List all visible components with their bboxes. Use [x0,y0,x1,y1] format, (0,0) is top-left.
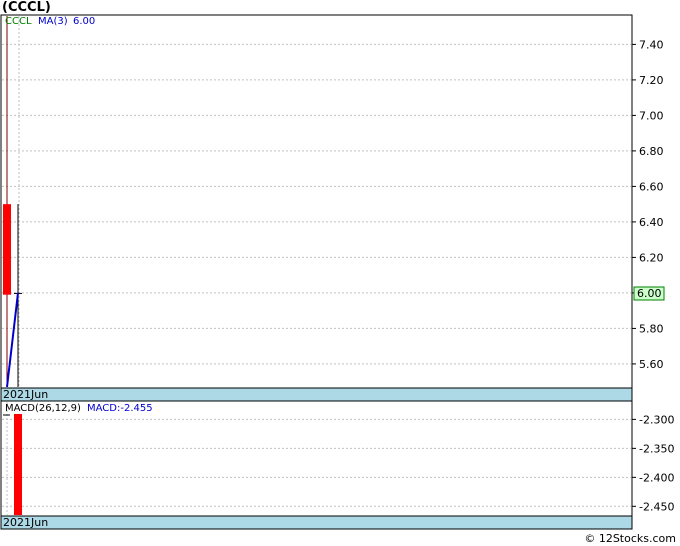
ma-legend-value: 6.00 [73,16,95,27]
price-panel [0,14,633,389]
price-tick-label: 6.40 [639,216,664,229]
macd-tick-label: -2.350 [639,442,674,455]
ticker-legend: CCCL [5,16,32,27]
macd-date-band [0,515,633,530]
stock-chart: 5.60 5.80 6.00 6.20 6.40 6.60 6.80 7.00 7.20 7.40… [0,14,674,530]
macd-legend-name: MACD(26,12,9) [5,403,81,414]
price-tick-label: 6.20 [639,251,664,264]
price-tick-label: 6.80 [639,145,664,158]
ma-legend-label: MA(3) [38,16,68,27]
macd-legend-value: MACD:-2.455 [87,403,153,414]
price-y-axis: 5.60 5.80 6.00 6.20 6.40 6.60 6.80 7.00 7.20 7.40 [632,38,664,371]
candle-body [3,204,11,295]
price-tick-label: 7.40 [639,38,664,51]
macd-tick-label: -2.400 [639,471,674,484]
price-tick-label: 6.60 [639,180,664,193]
last-price-label: 6.00 [637,287,662,300]
macd-bar [14,414,22,515]
macd-x-label: 2021Jun [3,516,48,529]
macd-y-axis: -2.300 -2.350 -2.400 -2.450 [632,413,674,513]
price-date-band [0,387,633,402]
price-x-label: 2021Jun [3,388,48,401]
price-tick-label: 7.00 [639,109,664,122]
price-tick-label: 7.20 [639,74,664,87]
price-tick-label: 5.60 [639,358,664,371]
macd-tick-label: -2.450 [639,500,674,513]
macd-tick-label: -2.300 [639,413,674,426]
site-credit: © 12Stocks.com [584,532,676,545]
price-tick-label: 5.80 [639,322,664,335]
macd-panel [0,400,633,517]
